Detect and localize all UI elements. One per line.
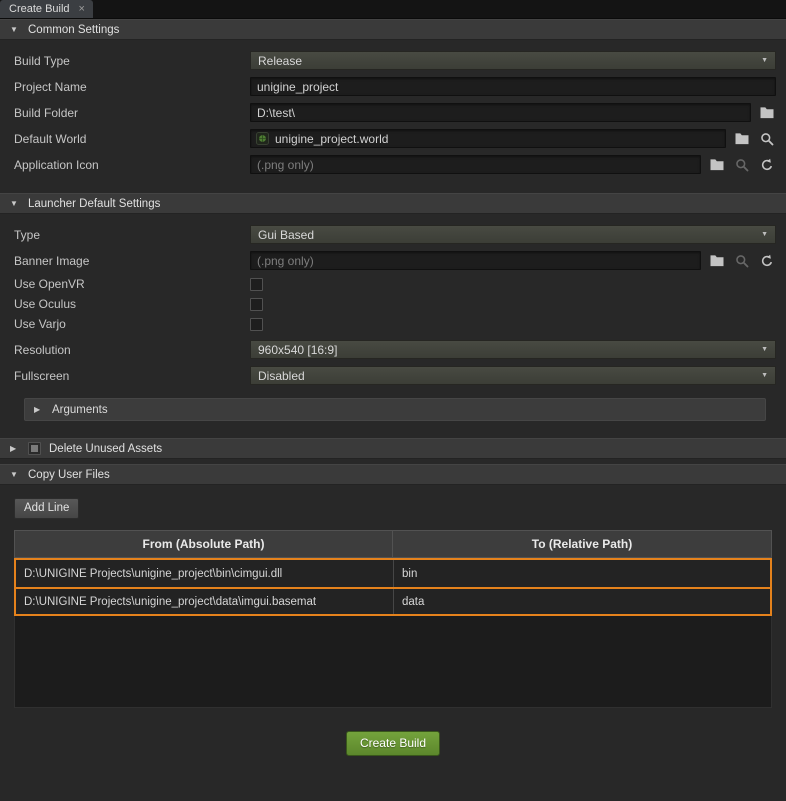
table-header-row: From (Absolute Path) To (Relative Path) [14, 530, 772, 558]
row-banner-image: Banner Image [14, 251, 776, 270]
reset-icon[interactable] [758, 253, 776, 269]
table-empty-area [14, 616, 772, 708]
row-build-type: Build Type Release ▼ [14, 51, 776, 70]
search-icon[interactable] [758, 131, 776, 147]
world-asset-icon [256, 132, 269, 145]
row-resolution: Resolution 960x540 [16:9] ▼ [14, 340, 776, 359]
chevron-down-icon: ▼ [761, 346, 768, 353]
fullscreen-value: Disabled [258, 369, 305, 383]
table-row[interactable]: D:\UNIGINE Projects\unigine_project\data… [16, 587, 770, 614]
cell-to-path[interactable]: data [393, 589, 770, 614]
section-header-common-settings[interactable]: ▼ Common Settings [0, 19, 786, 40]
build-folder-label: Build Folder [14, 106, 250, 120]
row-use-openvr: Use OpenVR [14, 277, 776, 291]
default-world-label: Default World [14, 132, 250, 146]
use-openvr-checkbox[interactable] [250, 278, 263, 291]
use-openvr-label: Use OpenVR [14, 277, 250, 291]
copy-user-files-body: Add Line From (Absolute Path) To (Relati… [0, 485, 786, 756]
resolution-label: Resolution [14, 343, 250, 357]
fullscreen-dropdown[interactable]: Disabled ▼ [250, 366, 776, 385]
table-header-from: From (Absolute Path) [15, 531, 393, 557]
section-header-launcher-settings[interactable]: ▼ Launcher Default Settings [0, 193, 786, 214]
build-type-label: Build Type [14, 54, 250, 68]
resolution-value: 960x540 [16:9] [258, 343, 337, 357]
use-varjo-label: Use Varjo [14, 317, 250, 331]
cell-from-path[interactable]: D:\UNIGINE Projects\unigine_project\data… [16, 589, 393, 614]
row-use-varjo: Use Varjo [14, 317, 776, 331]
common-settings-body: Build Type Release ▼ Project Name Build … [0, 40, 786, 193]
tab-create-build[interactable]: Create Build × [0, 0, 93, 18]
section-title: Delete Unused Assets [49, 443, 162, 455]
create-build-button[interactable]: Create Build [346, 731, 440, 756]
build-folder-input[interactable] [250, 103, 751, 122]
triangle-expanded-icon: ▼ [10, 199, 20, 208]
application-icon-input[interactable] [250, 155, 701, 174]
create-build-window: Create Build × ▼ Common Settings Build T… [0, 0, 786, 801]
use-varjo-checkbox[interactable] [250, 318, 263, 331]
row-use-oculus: Use Oculus [14, 297, 776, 311]
triangle-expanded-icon: ▼ [10, 25, 20, 34]
chevron-down-icon: ▼ [761, 57, 768, 64]
selected-rows-block: D:\UNIGINE Projects\unigine_project\bin\… [14, 558, 772, 616]
launcher-type-label: Type [14, 228, 250, 242]
search-icon[interactable] [733, 253, 751, 269]
section-title: Launcher Default Settings [28, 198, 160, 210]
banner-image-input[interactable] [250, 251, 701, 270]
row-launcher-type: Type Gui Based ▼ [14, 225, 776, 244]
search-icon[interactable] [733, 157, 751, 173]
delete-unused-assets-checkbox[interactable] [28, 442, 41, 455]
add-line-button[interactable]: Add Line [14, 498, 79, 519]
use-oculus-checkbox[interactable] [250, 298, 263, 311]
application-icon-label: Application Icon [14, 158, 250, 172]
folder-browse-icon[interactable] [733, 131, 751, 147]
chevron-down-icon: ▼ [761, 231, 768, 238]
section-title: Copy User Files [28, 469, 110, 481]
tab-bar: Create Build × [0, 0, 786, 19]
copy-files-table: From (Absolute Path) To (Relative Path) … [14, 530, 772, 708]
chevron-down-icon: ▼ [761, 372, 768, 379]
folder-browse-icon[interactable] [758, 105, 776, 121]
resolution-dropdown[interactable]: 960x540 [16:9] ▼ [250, 340, 776, 359]
table-header-to: To (Relative Path) [393, 531, 771, 557]
project-name-input[interactable] [250, 77, 776, 96]
section-header-delete-unused-assets[interactable]: ▶ Delete Unused Assets [0, 438, 786, 459]
row-project-name: Project Name [14, 77, 776, 96]
default-world-input[interactable] [275, 132, 720, 146]
build-type-dropdown[interactable]: Release ▼ [250, 51, 776, 70]
launcher-type-dropdown[interactable]: Gui Based ▼ [250, 225, 776, 244]
triangle-expanded-icon: ▼ [10, 470, 20, 479]
section-title: Arguments [52, 404, 108, 416]
row-build-folder: Build Folder [14, 103, 776, 122]
use-oculus-label: Use Oculus [14, 297, 250, 311]
triangle-collapsed-icon: ▶ [10, 444, 20, 453]
fullscreen-label: Fullscreen [14, 369, 250, 383]
row-application-icon: Application Icon [14, 155, 776, 174]
row-fullscreen: Fullscreen Disabled ▼ [14, 366, 776, 385]
folder-browse-icon[interactable] [708, 253, 726, 269]
section-title: Common Settings [28, 24, 119, 36]
row-default-world: Default World [14, 129, 776, 148]
folder-browse-icon[interactable] [708, 157, 726, 173]
default-world-field[interactable] [250, 129, 726, 148]
project-name-label: Project Name [14, 80, 250, 94]
launcher-settings-body: Type Gui Based ▼ Banner Image [0, 214, 786, 433]
tab-close-icon[interactable]: × [79, 4, 85, 15]
tab-title: Create Build [9, 3, 70, 15]
cell-to-path[interactable]: bin [393, 560, 770, 587]
section-header-arguments[interactable]: ▶ Arguments [24, 398, 766, 421]
build-type-value: Release [258, 54, 302, 68]
table-row[interactable]: D:\UNIGINE Projects\unigine_project\bin\… [16, 560, 770, 587]
banner-image-label: Banner Image [14, 254, 250, 268]
cell-from-path[interactable]: D:\UNIGINE Projects\unigine_project\bin\… [16, 560, 393, 587]
section-header-copy-user-files[interactable]: ▼ Copy User Files [0, 464, 786, 485]
triangle-collapsed-icon: ▶ [34, 405, 44, 414]
reset-icon[interactable] [758, 157, 776, 173]
launcher-type-value: Gui Based [258, 228, 314, 242]
